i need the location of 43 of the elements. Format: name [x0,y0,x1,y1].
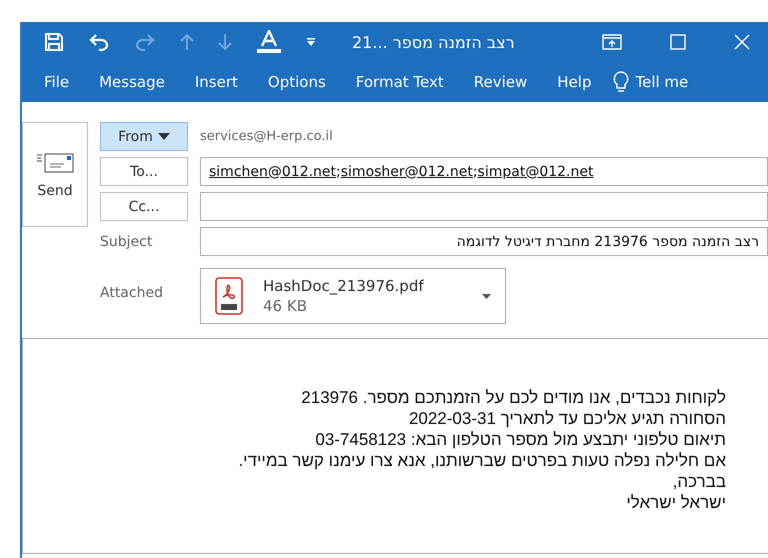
ribbon-tab[interactable]: Options [268,73,326,91]
cc-button[interactable]: Cc... [100,192,188,221]
ribbon-tab[interactable]: Help [557,73,592,91]
envelope-icon [35,150,75,174]
maximize-icon[interactable] [670,34,686,50]
close-icon[interactable] [734,34,750,50]
to-field[interactable]: simchen@012.net;simosher@012.net;simpat@012.net [200,157,768,186]
customize-icon[interactable] [306,37,316,47]
body-line: תיאום טלפוני יתבצע מול מספר הטלפון הבא: 03-7458123 [314,429,726,450]
tell-me-link[interactable]: Tell me [635,73,688,91]
body-line: הסחורה תגיע אליכם עד לתאריך 2022-03-31 [408,408,726,429]
ribbon-tab[interactable]: Message [99,73,165,91]
lightbulb-icon [613,71,630,93]
body-line: ישראל ישראלי [625,492,726,513]
attached-label: Attached [100,285,164,301]
recipient-separator: ; [472,164,478,180]
subject-label: Subject [100,234,154,250]
window-title: רצב הזמנה מספר ...21 [352,32,515,52]
attachment-size: 46 KB [263,297,308,315]
attachment-card[interactable]: HashDoc_213976.pdf 46 KB [200,268,506,324]
body-line: בברכה, [672,471,726,492]
undo-icon[interactable] [88,33,110,51]
from-address: services@H-erp.co.il [200,129,334,144]
recipient-separator: ; [336,164,341,180]
dropdown-icon[interactable] [482,294,491,298]
message-body[interactable] [22,338,768,554]
ribbon-tab[interactable]: Insert [194,73,238,91]
subject-field[interactable]: רצב הזמנה מספר 213976 מחברת דיגיטל לדוגמה [200,227,768,256]
ribbon-tab[interactable]: Review [474,73,528,91]
attachment-name: HashDoc_213976.pdf [263,277,424,295]
from-button[interactable]: From [100,122,188,151]
to-button[interactable]: To... [100,157,188,186]
ribbon-tab[interactable]: File [44,73,70,91]
save-icon[interactable] [44,32,64,52]
pdf-file-icon [215,277,243,315]
ribbon-display-icon[interactable] [602,34,622,50]
caret-icon [158,133,170,140]
send-button[interactable]: Send [22,122,88,227]
body-line: לקוחות נכבדים, אנו מודים לכם על הזמנתכם מספר. 213976 [300,387,726,408]
cc-field[interactable] [200,192,768,221]
body-line: אם חלילה נפלה טעות בפרטים שברשותנו, אנא צרו עימנו קשר במיידי. [238,450,726,471]
ribbon-tab[interactable]: Format Text [356,73,444,91]
font-color-icon[interactable] [256,30,282,54]
